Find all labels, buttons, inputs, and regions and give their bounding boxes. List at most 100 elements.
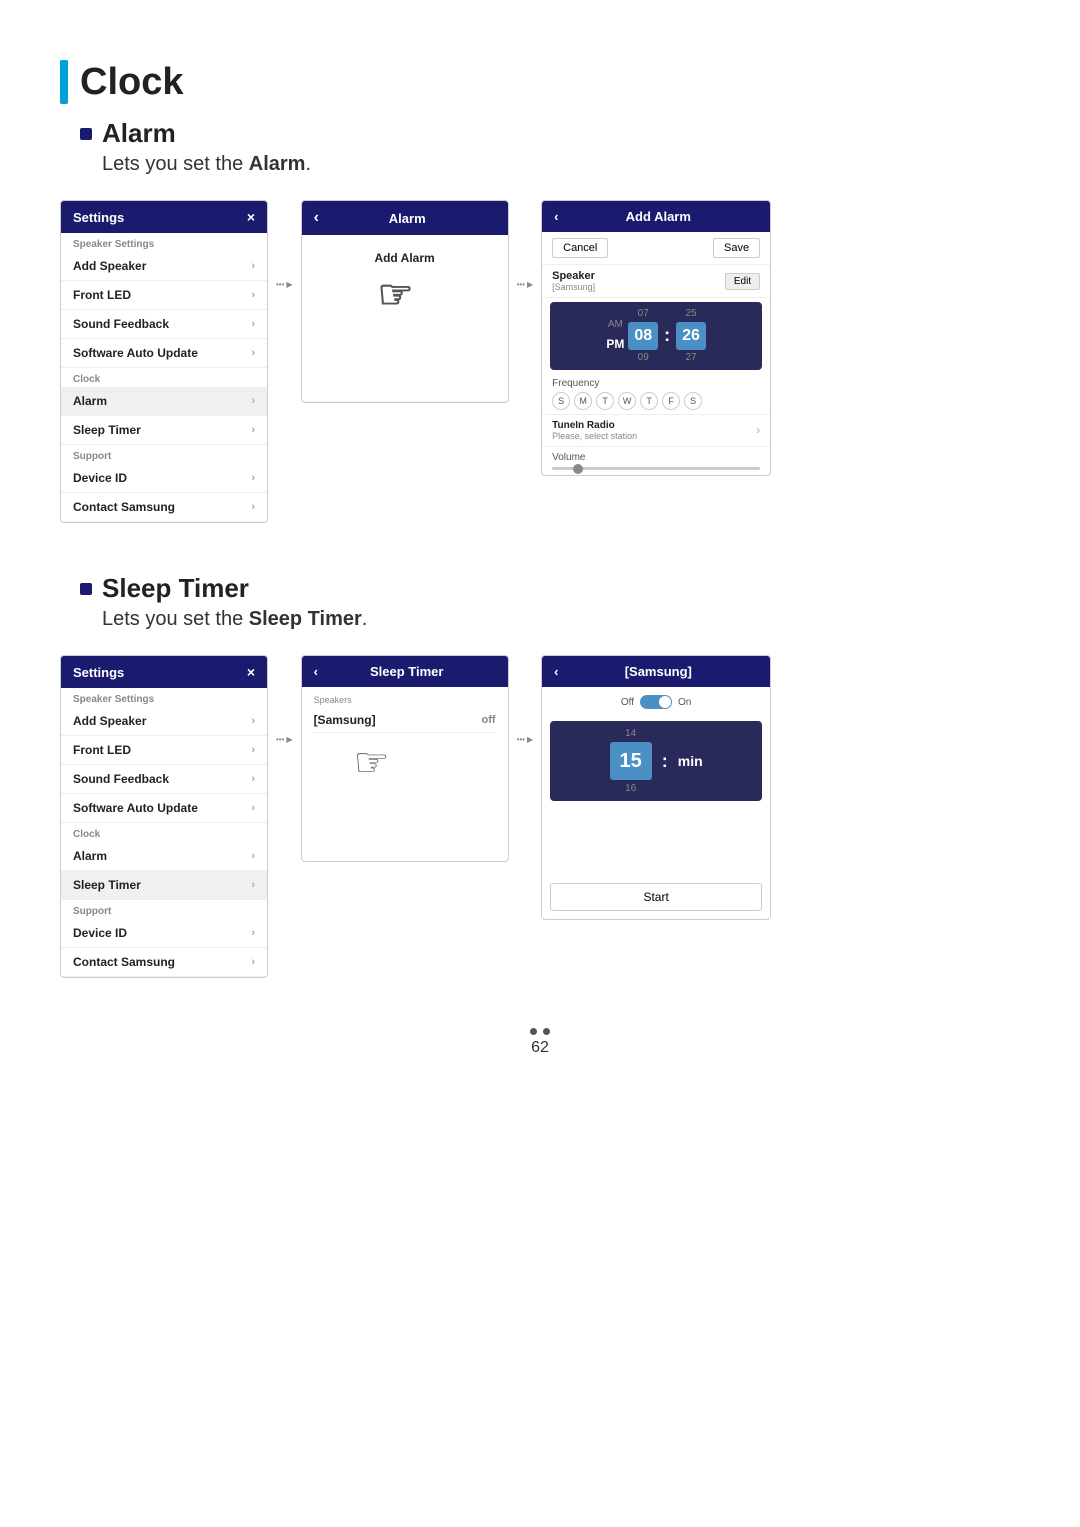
edit-button[interactable]: Edit bbox=[725, 273, 760, 290]
settings-item-alarm[interactable]: Alarm › bbox=[61, 387, 267, 416]
samsung-empty-area bbox=[542, 805, 770, 875]
subsection-dot-icon bbox=[80, 128, 92, 140]
sleep-item-samsung[interactable]: [Samsung] off bbox=[314, 708, 496, 733]
add-alarm-title: Add Alarm bbox=[626, 209, 691, 224]
alarm-header-title: Alarm bbox=[389, 211, 426, 226]
save-button[interactable]: Save bbox=[713, 238, 760, 258]
tunein-row[interactable]: TuneIn Radio Please, select station › bbox=[542, 415, 770, 447]
settings-header-sleep: Settings × bbox=[61, 656, 267, 688]
sleep-hand-area: ☞ bbox=[314, 733, 496, 853]
settings-title: Settings bbox=[73, 210, 124, 225]
group-clock: Clock bbox=[61, 368, 267, 387]
subsection-sleep-title: Sleep Timer bbox=[80, 573, 1020, 604]
chevron-icon: › bbox=[251, 927, 255, 939]
back-icon-samsung[interactable]: ‹ bbox=[554, 664, 558, 679]
alarm-subsection: Alarm Lets you set the Alarm. Settings ×… bbox=[60, 118, 1020, 523]
sleep-header: ‹ Sleep Timer bbox=[302, 656, 508, 687]
group-support: Support bbox=[61, 445, 267, 464]
settings-panel-alarm: Settings × Speaker Settings Add Speaker … bbox=[60, 200, 268, 523]
alarm-header: ‹ Alarm bbox=[302, 201, 508, 235]
sleep-colon: : bbox=[660, 751, 670, 772]
samsung-sleep-panel: ‹ [Samsung] Off On 14 15 bbox=[541, 655, 771, 920]
chevron-icon: › bbox=[251, 879, 255, 891]
chevron-icon: › bbox=[251, 318, 255, 330]
freq-thursday[interactable]: T bbox=[640, 392, 658, 410]
volume-slider[interactable] bbox=[552, 467, 760, 470]
settings-item-front-led[interactable]: Front LED › bbox=[61, 281, 267, 310]
settings-item-sound-feedback[interactable]: Sound Feedback › bbox=[61, 310, 267, 339]
settings-item-add-speaker-sleep[interactable]: Add Speaker › bbox=[61, 707, 267, 736]
settings-item-sleep-timer-sleep[interactable]: Sleep Timer › bbox=[61, 871, 267, 900]
page-dots bbox=[60, 1028, 1020, 1035]
frequency-row: Frequency S M T W T F S bbox=[542, 374, 770, 415]
sleep-panels-row: Settings × Speaker Settings Add Speaker … bbox=[60, 655, 1020, 978]
section-bar-icon bbox=[60, 60, 68, 104]
cancel-button[interactable]: Cancel bbox=[552, 238, 608, 258]
settings-item-front-led-sleep[interactable]: Front LED › bbox=[61, 736, 267, 765]
settings-item-contact-samsung[interactable]: Contact Samsung › bbox=[61, 493, 267, 522]
arrow-connector-4: ••• ▶ bbox=[509, 735, 542, 744]
settings-item-add-speaker[interactable]: Add Speaker › bbox=[61, 252, 267, 281]
time-picker: AM PM 07 08 09 : 25 26 27 bbox=[550, 302, 762, 370]
settings-item-sound-feedback-sleep[interactable]: Sound Feedback › bbox=[61, 765, 267, 794]
add-alarm-panel: ‹ Add Alarm Cancel Save Speaker [Samsung… bbox=[541, 200, 771, 476]
arrow-connector-2: ••• ▶ bbox=[509, 280, 542, 289]
freq-friday[interactable]: F bbox=[662, 392, 680, 410]
close-icon[interactable]: × bbox=[247, 209, 255, 225]
chevron-icon: › bbox=[251, 424, 255, 436]
sleep-speakers-label: Speakers bbox=[314, 695, 496, 705]
chevron-icon: › bbox=[251, 850, 255, 862]
close-icon-sleep[interactable]: × bbox=[247, 664, 255, 680]
hand-cursor-icon: ☞ bbox=[378, 275, 414, 315]
settings-item-alarm-sleep[interactable]: Alarm › bbox=[61, 842, 267, 871]
hand-area: ☞ bbox=[318, 265, 492, 385]
samsung-header-title: [Samsung] bbox=[625, 664, 692, 679]
chevron-icon: › bbox=[251, 395, 255, 407]
toggle-track[interactable] bbox=[640, 695, 672, 709]
settings-item-software-update-sleep[interactable]: Software Auto Update › bbox=[61, 794, 267, 823]
page-footer: 62 bbox=[60, 1028, 1020, 1057]
add-alarm-header: ‹ Add Alarm bbox=[542, 201, 770, 232]
add-alarm-button[interactable]: Add Alarm ☞ bbox=[302, 235, 508, 402]
settings-item-device-id-sleep[interactable]: Device ID › bbox=[61, 919, 267, 948]
freq-wednesday[interactable]: W bbox=[618, 392, 636, 410]
chevron-icon: › bbox=[251, 773, 255, 785]
chevron-icon: › bbox=[251, 347, 255, 359]
start-button[interactable]: Start bbox=[550, 883, 762, 911]
samsung-toggle-row: Off On bbox=[542, 687, 770, 717]
freq-sunday[interactable]: S bbox=[552, 392, 570, 410]
arrow-connector-1: ••• ▶ bbox=[268, 280, 301, 289]
time-colon: : bbox=[662, 325, 672, 346]
sleep-header-title: Sleep Timer bbox=[370, 664, 443, 679]
sleep-time-picker: 14 15 16 : min bbox=[550, 721, 762, 801]
settings-item-software-update[interactable]: Software Auto Update › bbox=[61, 339, 267, 368]
freq-tuesday[interactable]: T bbox=[596, 392, 614, 410]
settings-item-sleep-timer[interactable]: Sleep Timer › bbox=[61, 416, 267, 445]
minute-column: 25 26 27 bbox=[676, 306, 706, 366]
chevron-icon: › bbox=[251, 472, 255, 484]
freq-saturday[interactable]: S bbox=[684, 392, 702, 410]
back-icon[interactable]: ‹ bbox=[554, 209, 558, 224]
settings-title-sleep: Settings bbox=[73, 665, 124, 680]
sleep-description: Lets you set the Sleep Timer. bbox=[102, 608, 1020, 631]
back-arrow-icon[interactable]: ‹ bbox=[314, 209, 319, 227]
hour-column: 07 08 09 bbox=[628, 306, 658, 366]
section-title-text: Clock bbox=[80, 61, 183, 104]
sleep-title-text: Sleep Timer bbox=[102, 573, 249, 604]
speaker-value: [Samsung] bbox=[552, 282, 595, 292]
toggle-off-label: Off bbox=[621, 697, 634, 708]
arrow-connector-3: ••• ▶ bbox=[268, 735, 301, 744]
settings-item-contact-samsung-sleep[interactable]: Contact Samsung › bbox=[61, 948, 267, 977]
volume-label: Volume bbox=[552, 452, 760, 463]
settings-panel-sleep: Settings × Speaker Settings Add Speaker … bbox=[60, 655, 268, 978]
freq-monday[interactable]: M bbox=[574, 392, 592, 410]
back-arrow-sleep-icon[interactable]: ‹ bbox=[314, 664, 318, 679]
ampm-column: AM PM bbox=[606, 316, 624, 356]
alarm-panels-row: Settings × Speaker Settings Add Speaker … bbox=[60, 200, 1020, 523]
speaker-label: Speaker bbox=[552, 270, 595, 282]
group-speaker-settings: Speaker Settings bbox=[61, 233, 267, 252]
volume-thumb bbox=[573, 464, 583, 474]
alarm-description: Lets you set the Alarm. bbox=[102, 153, 1020, 176]
group-support-sleep: Support bbox=[61, 900, 267, 919]
settings-item-device-id[interactable]: Device ID › bbox=[61, 464, 267, 493]
